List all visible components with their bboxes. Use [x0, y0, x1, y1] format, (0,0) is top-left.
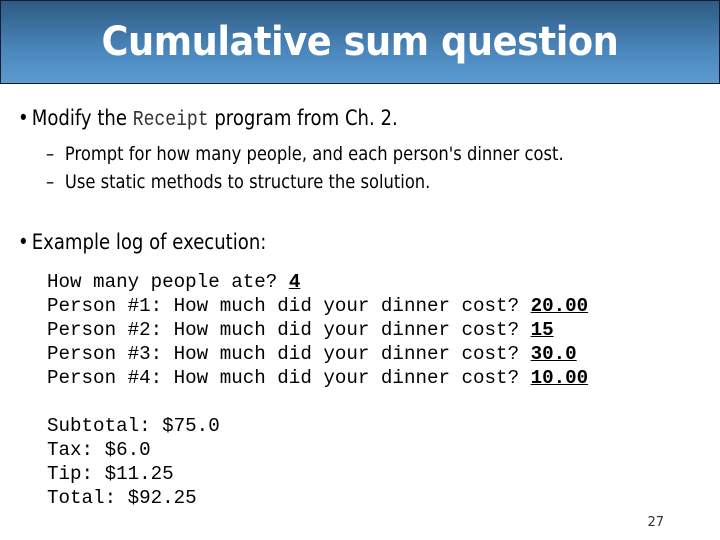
console-result-tip: Tip: $11.25	[47, 463, 174, 485]
console-line: Person #2: How much did your dinner cost…	[47, 318, 588, 342]
subitem-static-methods: – Use static methods to structure the sol…	[46, 171, 430, 193]
console-result-tax: Tax: $6.0	[47, 439, 151, 461]
console-line: How many people ate? 4	[47, 270, 588, 294]
console-result-subtotal: Subtotal: $75.0	[47, 415, 220, 437]
console-prompts: How many people ate? 4 Person #1: How muc…	[47, 270, 588, 390]
bullet-icon: •	[18, 106, 29, 130]
console-line: Person #1: How much did your dinner cost…	[47, 294, 588, 318]
console-prompt: Person #2: How much did your dinner cost…	[47, 319, 531, 341]
page-number: 27	[647, 515, 664, 530]
dash-icon: –	[46, 171, 55, 193]
console-user-input: 20.00	[530, 295, 589, 317]
subitem-text: Prompt for how many people, and each per…	[64, 143, 564, 165]
console-results: Subtotal: $75.0 Tax: $6.0 Tip: $11.25 Total…	[47, 414, 220, 510]
title-bar: Cumulative sum question	[0, 0, 720, 84]
console-prompt: Person #3: How much did your dinner cost…	[47, 343, 531, 365]
console-prompt: Person #4: How much did your dinner cost…	[47, 367, 531, 389]
console-line: Person #4: How much did your dinner cost…	[47, 366, 588, 390]
bullet-icon: •	[18, 230, 29, 254]
console-prompt: How many people ate?	[47, 271, 289, 293]
console-user-input: 30.0	[530, 343, 577, 365]
console-user-input: 4	[288, 271, 301, 293]
dash-icon: –	[46, 143, 55, 165]
console-user-input: 10.00	[530, 367, 589, 389]
subitem-prompt: – Prompt for how many people, and each pe…	[46, 143, 564, 165]
console-user-input: 15	[530, 319, 554, 341]
bullet-text-suffix: program from Ch. 2.	[208, 106, 398, 130]
slide-title: Cumulative sum question	[101, 19, 619, 65]
console-line: Person #3: How much did your dinner cost…	[47, 342, 588, 366]
bullet-example-log: • Example log of execution:	[18, 230, 266, 254]
console-prompt: Person #1: How much did your dinner cost…	[47, 295, 531, 317]
bullet-text: Example log of execution:	[31, 230, 267, 254]
subitem-text: Use static methods to structure the solu…	[64, 171, 431, 193]
bullet-text-prefix: Modify the	[31, 106, 133, 130]
bullet-modify-receipt: • Modify the Receipt program from Ch. 2.	[18, 106, 398, 132]
console-result-total: Total: $92.25	[47, 487, 197, 509]
code-receipt: Receipt	[132, 109, 209, 132]
